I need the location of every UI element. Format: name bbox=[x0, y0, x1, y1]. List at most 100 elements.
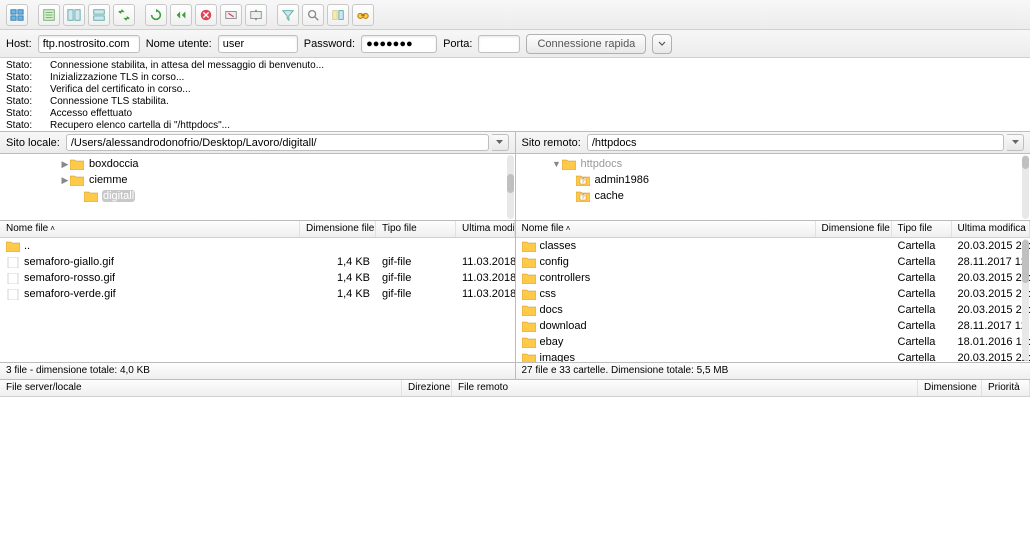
remote-list: Nome file˄ Dimensione file Tipo file Ult… bbox=[516, 221, 1030, 362]
scrollbar[interactable] bbox=[1022, 155, 1029, 219]
list-row[interactable]: controllersCartella20.03.2015 22:08:56 bbox=[516, 270, 1030, 286]
reconnect-button[interactable] bbox=[245, 4, 267, 26]
local-site-input[interactable] bbox=[66, 134, 489, 151]
footer bbox=[0, 538, 1030, 546]
toggle-log-button[interactable] bbox=[38, 4, 60, 26]
sync-browse-button[interactable] bbox=[113, 4, 135, 26]
list-row[interactable]: configCartella28.11.2017 12:46:29 bbox=[516, 254, 1030, 270]
queue-body[interactable] bbox=[0, 397, 1030, 538]
compare-button[interactable] bbox=[327, 4, 349, 26]
col-mtime[interactable]: Ultima modifica bbox=[456, 221, 515, 237]
folder-icon bbox=[522, 353, 536, 363]
port-input[interactable] bbox=[478, 35, 520, 53]
remote-site-dropdown[interactable] bbox=[1007, 134, 1024, 151]
main-toolbar bbox=[0, 0, 1030, 30]
log-panel[interactable]: Stato:Connessione stabilita, in attesa d… bbox=[0, 58, 1030, 132]
scrollbar[interactable] bbox=[507, 155, 514, 219]
remote-site-input[interactable] bbox=[587, 134, 1004, 151]
tree-item[interactable]: ▶boxdoccia bbox=[0, 156, 515, 172]
file-type: gif-file bbox=[376, 272, 456, 284]
file-name: images bbox=[540, 352, 575, 362]
file-name: config bbox=[540, 256, 569, 268]
local-site-bar: Sito locale: bbox=[0, 132, 516, 154]
toggle-queue-button[interactable] bbox=[88, 4, 110, 26]
cancel-button[interactable] bbox=[195, 4, 217, 26]
expand-arrow-icon[interactable]: ▶ bbox=[60, 175, 70, 186]
remote-list-body[interactable]: classesCartella20.03.2015 22:07:33config… bbox=[516, 238, 1030, 362]
col-server[interactable]: File server/locale bbox=[0, 380, 402, 396]
list-row[interactable]: downloadCartella28.11.2017 12:46:29 bbox=[516, 318, 1030, 334]
file-mtime: 18.01.2016 17:05:08 bbox=[952, 336, 1030, 348]
list-row[interactable]: classesCartella20.03.2015 22:07:33 bbox=[516, 238, 1030, 254]
tree-item[interactable]: ▶ ciemme bbox=[0, 172, 515, 188]
disconnect-button[interactable] bbox=[220, 4, 242, 26]
log-label: Stato: bbox=[6, 60, 36, 72]
expand-arrow-icon[interactable]: ▶ bbox=[60, 159, 70, 170]
scrollbar[interactable] bbox=[1022, 239, 1029, 361]
log-message: Recupero elenco cartella di "/httpdocs".… bbox=[50, 120, 230, 132]
toolbar-group-4 bbox=[277, 4, 374, 26]
folder-icon bbox=[84, 191, 98, 202]
folder-icon: ? bbox=[576, 191, 590, 202]
local-site-label: Sito locale: bbox=[6, 137, 60, 149]
toggle-tree-button[interactable] bbox=[63, 4, 85, 26]
binoculars-button[interactable] bbox=[352, 4, 374, 26]
tree-label: cache bbox=[594, 190, 625, 202]
col-type[interactable]: Tipo file bbox=[376, 221, 456, 237]
tree-item[interactable]: ▼httpdocs bbox=[516, 156, 1030, 172]
folder-icon bbox=[522, 321, 536, 332]
list-row[interactable]: semaforo-rosso.gif1,4 KBgif-file11.03.20… bbox=[0, 270, 515, 286]
col-size[interactable]: Dimensione file bbox=[816, 221, 892, 237]
file-icon bbox=[6, 289, 20, 300]
col-name[interactable]: Nome file˄ bbox=[0, 221, 300, 237]
col-priority[interactable]: Priorità bbox=[982, 380, 1030, 396]
local-list-header: Nome file˄ Dimensione file Tipo file Ult… bbox=[0, 221, 515, 238]
expand-arrow-icon[interactable]: ▼ bbox=[552, 159, 562, 169]
filter-button[interactable] bbox=[277, 4, 299, 26]
sort-asc-icon: ˄ bbox=[50, 224, 55, 233]
local-summary: 3 file - dimensione totale: 4,0 KB bbox=[0, 363, 516, 379]
file-mtime: 28.11.2017 12:46:29 bbox=[952, 320, 1030, 332]
log-message: Connessione TLS stabilita. bbox=[50, 96, 169, 108]
process-queue-button[interactable] bbox=[170, 4, 192, 26]
col-mtime[interactable]: Ultima modifica bbox=[952, 221, 1030, 237]
local-tree[interactable]: ▶boxdoccia▶ciemmedigitall bbox=[0, 154, 516, 220]
col-remote[interactable]: File remoto bbox=[452, 380, 918, 396]
refresh-button[interactable] bbox=[145, 4, 167, 26]
list-row[interactable]: cssCartella20.03.2015 22:09:15 bbox=[516, 286, 1030, 302]
password-input[interactable] bbox=[361, 35, 437, 53]
list-row[interactable]: docsCartella20.03.2015 22:31:59 bbox=[516, 302, 1030, 318]
local-site-dropdown[interactable] bbox=[492, 134, 509, 151]
local-list-body[interactable]: ..semaforo-giallo.gif1,4 KBgif-file11.03… bbox=[0, 238, 515, 362]
site-manager-button[interactable] bbox=[6, 4, 28, 26]
user-input[interactable] bbox=[218, 35, 298, 53]
file-mtime: 11.03.2018 19: bbox=[456, 288, 515, 300]
quickconnect-button[interactable]: Connessione rapida bbox=[526, 34, 646, 54]
list-row[interactable]: ebayCartella18.01.2016 17:05:08 bbox=[516, 334, 1030, 350]
file-name: docs bbox=[540, 304, 563, 316]
file-mtime: 11.03.2018 19: bbox=[456, 272, 515, 284]
list-row-parent[interactable]: .. bbox=[0, 238, 515, 254]
col-type[interactable]: Tipo file bbox=[892, 221, 952, 237]
folder-icon bbox=[522, 337, 536, 348]
host-input[interactable] bbox=[38, 35, 140, 53]
summary-bar: 3 file - dimensione totale: 4,0 KB 27 fi… bbox=[0, 363, 1030, 380]
col-direction[interactable]: Direzione bbox=[402, 380, 452, 396]
list-row[interactable]: semaforo-giallo.gif1,4 KBgif-file11.03.2… bbox=[0, 254, 515, 270]
tree-label: admin1986 bbox=[594, 174, 650, 186]
tree-item[interactable]: digitall bbox=[0, 188, 515, 204]
remote-tree[interactable]: ▼httpdocs?admin1986? cache bbox=[516, 154, 1030, 220]
quickconnect-dropdown[interactable] bbox=[652, 34, 672, 54]
tree-item[interactable]: ?admin1986 bbox=[516, 172, 1030, 188]
file-mtime: 28.11.2017 12:46:29 bbox=[952, 256, 1030, 268]
file-name: semaforo-verde.gif bbox=[24, 288, 116, 300]
list-row[interactable]: imagesCartella20.03.2015 22:32:05 bbox=[516, 350, 1030, 362]
col-size[interactable]: Dimensione file bbox=[300, 221, 376, 237]
tree-item[interactable]: ? cache bbox=[516, 188, 1030, 204]
search-button[interactable] bbox=[302, 4, 324, 26]
col-qsize[interactable]: Dimensione bbox=[918, 380, 982, 396]
tree-label: ciemme bbox=[88, 174, 129, 186]
col-name[interactable]: Nome file˄ bbox=[516, 221, 816, 237]
list-row[interactable]: semaforo-verde.gif1,4 KBgif-file11.03.20… bbox=[0, 286, 515, 302]
file-icon bbox=[6, 257, 20, 268]
